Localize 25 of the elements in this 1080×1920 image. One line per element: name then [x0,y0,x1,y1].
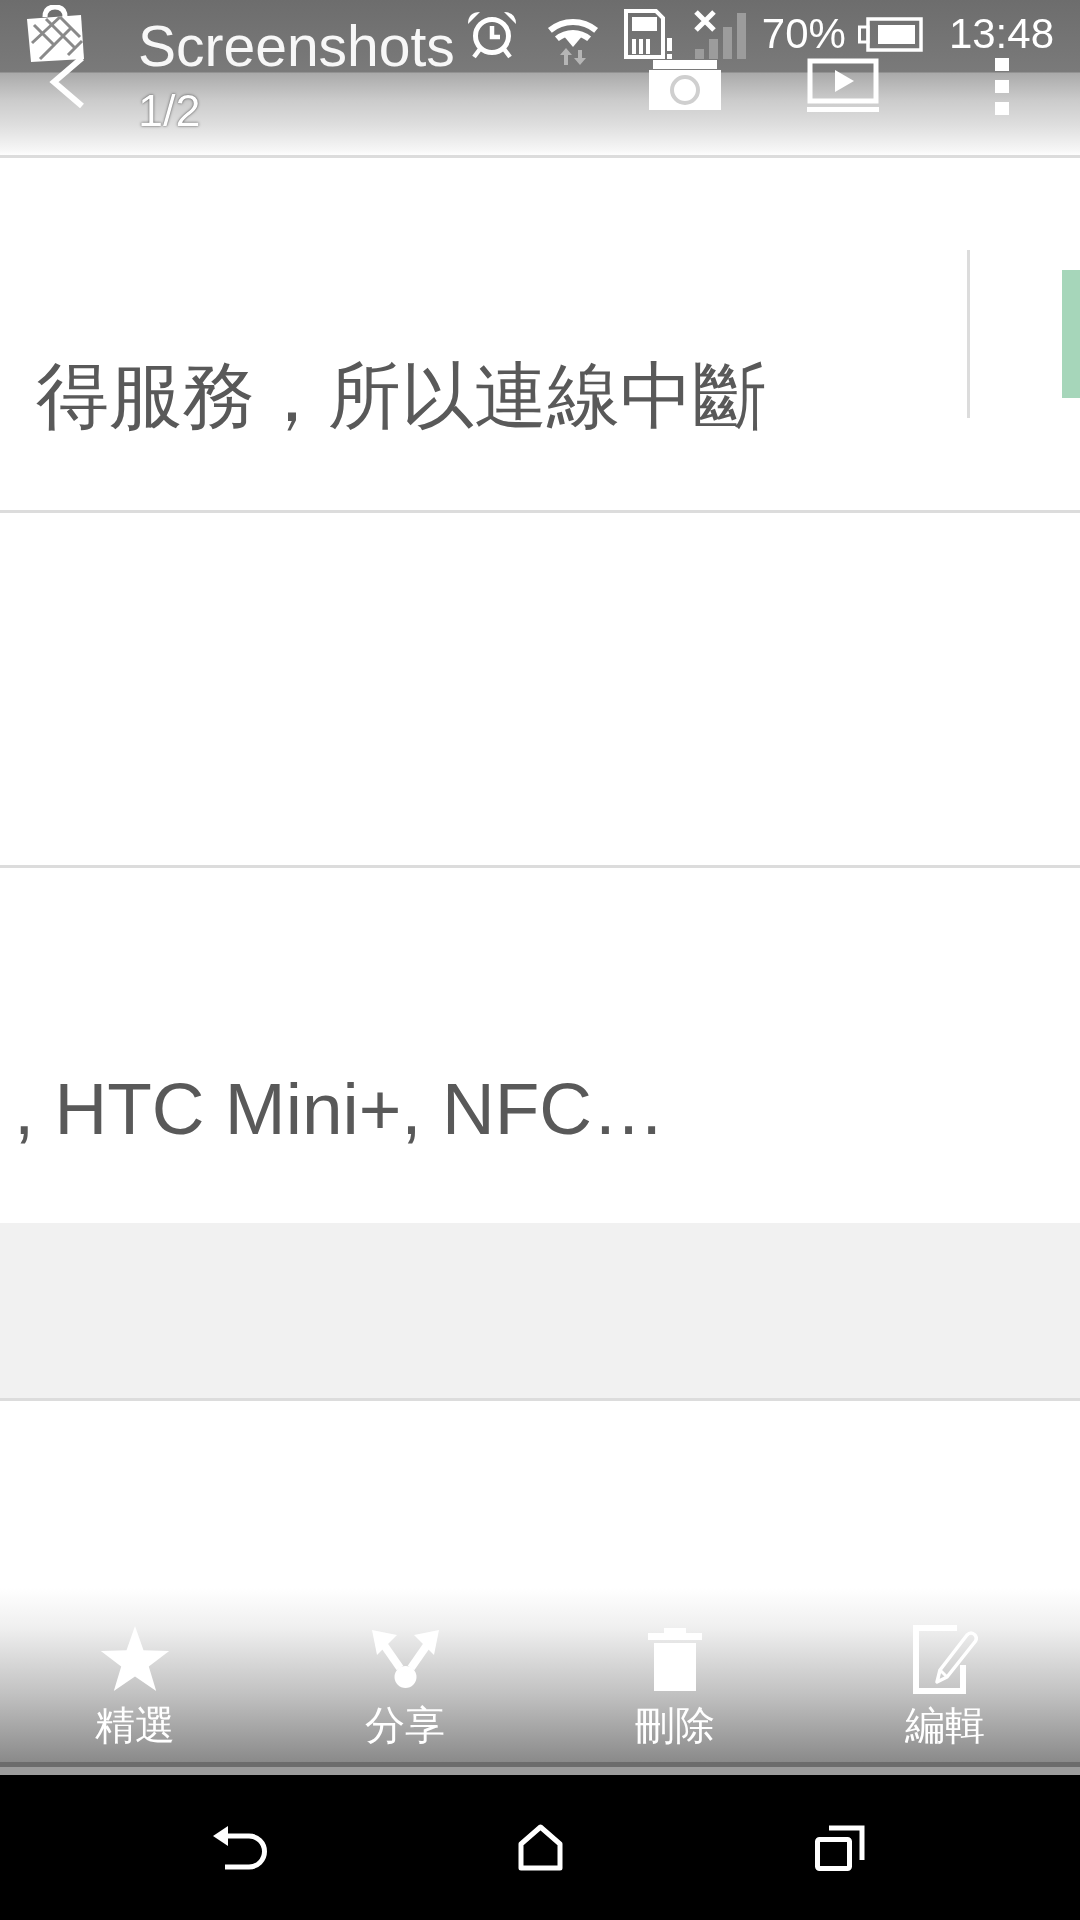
star-icon [100,1626,170,1692]
back-icon[interactable] [213,1824,267,1871]
trash-icon [648,1627,702,1691]
camera-icon[interactable] [649,60,721,110]
more-icon[interactable] [995,58,1009,115]
delete-button[interactable]: 刪除 [635,1624,715,1749]
page-counter: 1/2 [138,88,201,133]
setting-summary: 得服務，所以連線中斷 [35,354,766,439]
clock-time: 13:48 [948,13,1054,55]
pencil-icon [912,1624,978,1694]
signal-icon [692,9,748,59]
battery-icon [857,16,923,52]
recent-apps-icon[interactable] [815,1824,865,1871]
toggle-switch[interactable] [1062,270,1080,398]
setting-summary: , HTC Mini+, NFC… [13,1067,665,1152]
share-icon [371,1629,439,1689]
featured-button[interactable]: 精選 [95,1624,175,1749]
home-icon[interactable] [517,1824,563,1871]
share-button[interactable]: 分享 [365,1624,445,1749]
edit-button[interactable]: 編輯 [905,1624,985,1749]
sd-card-icon [622,9,672,59]
slideshow-icon[interactable] [807,58,879,112]
app-title: Screenshots [138,18,455,75]
bag-icon [24,5,86,63]
battery-percent: 70% [761,13,846,55]
